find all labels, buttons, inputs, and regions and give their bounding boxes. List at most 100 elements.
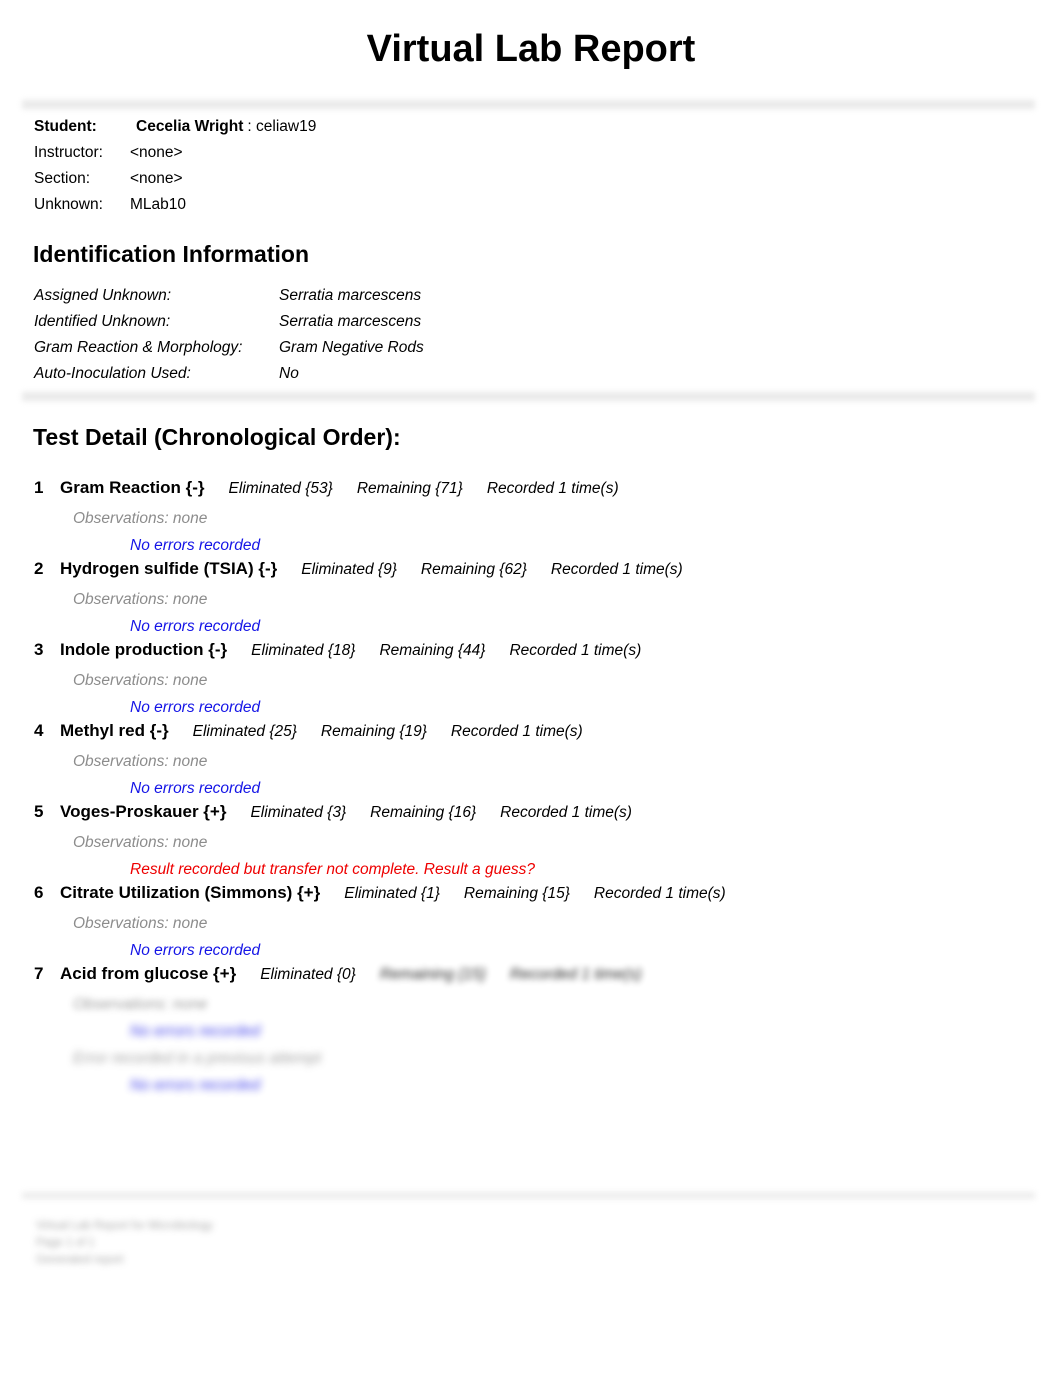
test-no-errors-note: No errors recorded (130, 1023, 261, 1040)
page-footer: Virtual Lab Report for Microbiology Page … (36, 1218, 213, 1269)
test-recorded-times: Recorded 1 time(s) (509, 642, 642, 659)
page-title: Virtual Lab Report (366, 28, 696, 70)
test-title: Gram Reaction {-} (60, 478, 205, 497)
test-remaining-count: Remaining {44} (379, 642, 486, 659)
meta-label: Unknown: (34, 196, 103, 213)
test-no-errors-note: No errors recorded (130, 1077, 261, 1094)
test-entry: 1 Gram Reaction {-} Eliminated {53} Remaini… (0, 478, 1062, 559)
lab-report-page: Virtual Lab Report Student: Cecelia Wrigh… (0, 0, 1062, 1377)
test-no-errors-note: No errors recorded (130, 699, 261, 716)
meta-row: Instructor: <none> (34, 140, 316, 166)
identification-row: Identified Unknown: Serratia marcescens (34, 309, 424, 335)
divider-footer (22, 1192, 1035, 1199)
footer-line: Virtual Lab Report for Microbiology (36, 1220, 213, 1232)
test-title: Citrate Utilization (Simmons) {+} (60, 883, 321, 902)
identification-row: Assigned Unknown: Serratia marcescens (34, 283, 424, 309)
test-title: Methyl red {-} (60, 721, 169, 740)
test-eliminated-count: Eliminated {53} (228, 480, 333, 497)
meta-value-suffix: : celiaw19 (247, 118, 317, 135)
test-title: Hydrogen sulfide (TSIA) {-} (60, 559, 278, 578)
meta-label: Section: (34, 170, 91, 187)
test-observations: Observations: none (73, 753, 208, 770)
test-number: 5 (34, 802, 44, 821)
meta-row: Unknown: MLab10 (34, 192, 316, 218)
test-recorded-times: Recorded 1 time(s) (509, 966, 642, 983)
test-recorded-times: Recorded 1 time(s) (500, 804, 632, 821)
meta-value: Cecelia Wright (136, 118, 244, 135)
test-entry: 3 Indole production {-} Eliminated {18} Rem… (0, 640, 1062, 721)
test-number: 4 (34, 721, 44, 740)
identification-value: No (279, 365, 299, 382)
test-observations: Observations: none (73, 510, 208, 527)
test-eliminated-count: Eliminated {1} (344, 885, 440, 902)
test-header: 3 Indole production {-} Eliminated {18} Rem… (0, 640, 1062, 668)
identification-label: Identified Unknown: (34, 313, 171, 330)
test-header: 7 Acid from glucose {+} Eliminated {0} Rema… (0, 964, 1062, 992)
test-entry: 6 Citrate Utilization (Simmons) {+} Elimin… (0, 883, 1062, 964)
test-detail-heading: Test Detail (Chronological Order): (33, 424, 401, 450)
identification-label: Auto-Inoculation Used: (34, 365, 191, 382)
test-observations: Error recorded in a previous attempt (73, 1050, 322, 1067)
meta-label: Instructor: (34, 144, 103, 161)
test-header: 4 Methyl red {-} Eliminated {25} Remaining … (0, 721, 1062, 749)
identification-value: Serratia marcescens (279, 313, 422, 330)
identification-heading: Identification Information (33, 241, 309, 267)
test-remaining-count: Remaining {62} (420, 561, 527, 578)
test-remaining-count: Remaining {15} (463, 885, 570, 902)
test-title: Acid from glucose {+} (60, 964, 237, 983)
test-recorded-times: Recorded 1 time(s) (486, 480, 619, 497)
test-observations: Observations: none (73, 591, 208, 608)
test-entry: 2 Hydrogen sulfide (TSIA) {-} Eliminated {… (0, 559, 1062, 640)
test-error-note: Result recorded but transfer not complet… (130, 861, 535, 878)
identification-value: Gram Negative Rods (279, 339, 424, 356)
test-entry: 7 Acid from glucose {+} Eliminated {0} Rema… (0, 964, 1062, 1045)
meta-row: Section: <none> (34, 166, 316, 192)
test-entry: 5 Voges-Proskauer {+} Eliminated {3} Remain… (0, 802, 1062, 883)
test-entry: 4 Methyl red {-} Eliminated {25} Remaining … (0, 721, 1062, 802)
divider-top (22, 100, 1035, 109)
test-eliminated-count: Eliminated {9} (301, 561, 397, 578)
test-observations: Observations: none (73, 672, 208, 689)
student-meta-block: Student: Cecelia Wright: celiaw19 Instruct… (34, 114, 316, 218)
identification-label: Gram Reaction & Morphology: (34, 339, 243, 356)
identification-table: Assigned Unknown: Serratia marcescens Iden… (34, 283, 424, 387)
test-header: 6 Citrate Utilization (Simmons) {+} Elimin… (0, 883, 1062, 911)
meta-label: Student: (34, 118, 97, 135)
divider-middle (22, 392, 1035, 401)
test-no-errors-note: No errors recorded (130, 780, 261, 797)
test-list: 1 Gram Reaction {-} Eliminated {53} Remaini… (0, 478, 1062, 1099)
test-header: 1 Gram Reaction {-} Eliminated {53} Remaini… (0, 478, 1062, 506)
meta-value: <none> (130, 144, 183, 161)
test-title: Indole production {-} (60, 640, 228, 659)
test-eliminated-count: Eliminated {25} (192, 723, 297, 740)
test-recorded-times: Recorded 1 time(s) (593, 885, 726, 902)
test-no-errors-note: No errors recorded (130, 618, 261, 635)
test-observations: Observations: none (73, 915, 208, 932)
test-recorded-times: Recorded 1 time(s) (450, 723, 583, 740)
test-number: 7 (34, 964, 44, 983)
test-header: 5 Voges-Proskauer {+} Eliminated {3} Remain… (0, 802, 1062, 830)
test-no-errors-note: No errors recorded (130, 537, 261, 554)
test-no-errors-note: No errors recorded (130, 942, 261, 959)
footer-line: Generated report (36, 1254, 124, 1266)
test-number: 2 (34, 559, 44, 578)
test-number: 1 (34, 478, 44, 497)
meta-row: Student: Cecelia Wright: celiaw19 (34, 114, 316, 140)
test-observations: Observations: none (73, 834, 208, 851)
test-header: 2 Hydrogen sulfide (TSIA) {-} Eliminated {… (0, 559, 1062, 587)
meta-value: MLab10 (130, 196, 187, 213)
test-eliminated-count: Eliminated {3} (250, 804, 347, 821)
footer-line: Page 1 of 1 (36, 1237, 95, 1249)
test-eliminated-count: Eliminated {0} (260, 966, 356, 983)
test-remaining-count: Remaining {16} (370, 804, 477, 821)
identification-value: Serratia marcescens (279, 287, 422, 304)
test-recorded-times: Recorded 1 time(s) (550, 561, 683, 578)
test-number: 3 (34, 640, 44, 659)
test-remaining-count: Remaining {19} (320, 723, 427, 740)
test-remaining-count: Remaining {71} (356, 480, 463, 497)
test-remaining-count: Remaining {15} (379, 966, 486, 983)
identification-row: Auto-Inoculation Used: No (34, 361, 424, 387)
test-number: 6 (34, 883, 44, 902)
test-observations: Observations: none (73, 996, 208, 1013)
meta-value: <none> (130, 170, 183, 187)
